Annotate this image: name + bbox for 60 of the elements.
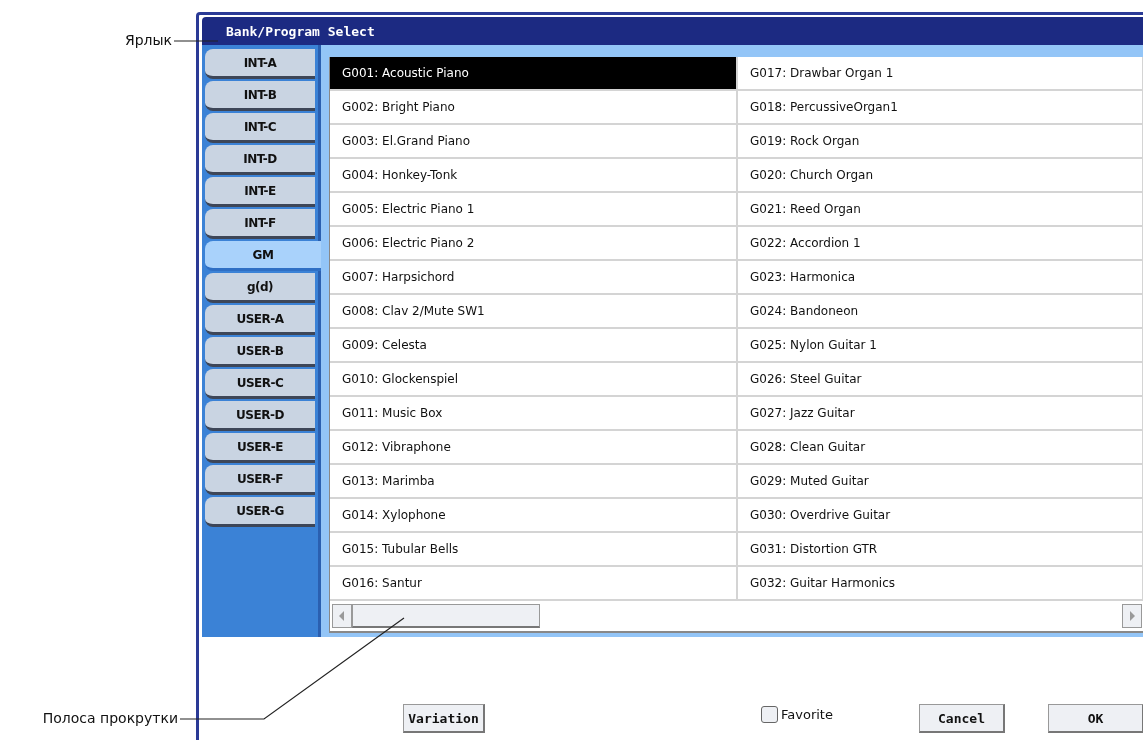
program-item[interactable]: G022: Accordion 1 (738, 227, 1143, 261)
program-item[interactable]: G008: Clav 2/Mute SW1 (330, 295, 738, 329)
cancel-button[interactable]: Cancel (919, 704, 1005, 733)
program-item[interactable]: G030: Overdrive Guitar (738, 499, 1143, 533)
left-arrow-icon (338, 611, 346, 621)
program-item[interactable]: G009: Celesta (330, 329, 738, 363)
program-item[interactable]: G007: Harpsichord (330, 261, 738, 295)
scroll-right-button[interactable] (1122, 604, 1142, 628)
leader-line (173, 40, 219, 42)
program-item[interactable]: G002: Bright Piano (330, 91, 738, 125)
program-item[interactable]: G031: Distortion GTR (738, 533, 1143, 567)
program-item[interactable]: G011: Music Box (330, 397, 738, 431)
program-item[interactable]: G010: Glockenspiel (330, 363, 738, 397)
program-item[interactable]: G021: Reed Organ (738, 193, 1143, 227)
bank-tab[interactable]: INT-B (205, 81, 315, 111)
favorite-checkbox[interactable] (761, 706, 778, 723)
program-item[interactable]: G019: Rock Organ (738, 125, 1143, 159)
program-item[interactable]: G013: Marimba (330, 465, 738, 499)
bank-tab[interactable]: INT-F (205, 209, 315, 239)
scroll-thumb[interactable] (352, 604, 540, 628)
bank-tab[interactable]: USER-C (205, 369, 315, 399)
program-item[interactable]: G023: Harmonica (738, 261, 1143, 295)
right-arrow-icon (1128, 611, 1136, 621)
bank-tab[interactable]: USER-G (205, 497, 315, 527)
program-item[interactable]: G001: Acoustic Piano (330, 57, 738, 91)
program-item[interactable]: G025: Nylon Guitar 1 (738, 329, 1143, 363)
program-item[interactable]: G015: Tubular Bells (330, 533, 738, 567)
bank-tab[interactable]: GM (205, 241, 321, 271)
variation-button[interactable]: Variation (403, 704, 485, 733)
bank-tab[interactable]: USER-B (205, 337, 315, 367)
program-item[interactable]: G027: Jazz Guitar (738, 397, 1143, 431)
program-item[interactable]: G017: Drawbar Organ 1 (738, 57, 1143, 91)
bank-tab[interactable]: INT-C (205, 113, 315, 143)
window-title: Bank/Program Select (226, 23, 375, 39)
bank-tab[interactable]: g(d) (205, 273, 315, 303)
program-item[interactable]: G026: Steel Guitar (738, 363, 1143, 397)
bank-tab[interactable]: INT-E (205, 177, 315, 207)
favorite-label: Favorite (781, 707, 833, 722)
callout-label: Ярлык (124, 32, 172, 48)
scrollbar[interactable] (329, 601, 1143, 633)
program-item[interactable]: G024: Bandoneon (738, 295, 1143, 329)
ok-button[interactable]: OK (1048, 704, 1143, 733)
program-item[interactable]: G006: Electric Piano 2 (330, 227, 738, 261)
program-item[interactable]: G004: Honkey-Tonk (330, 159, 738, 193)
bank-tab[interactable]: USER-F (205, 465, 315, 495)
bank-tab[interactable]: INT-A (205, 49, 315, 79)
program-item[interactable]: G020: Church Organ (738, 159, 1143, 193)
scroll-left-button[interactable] (332, 604, 352, 628)
program-item[interactable]: G028: Clean Guitar (738, 431, 1143, 465)
program-item[interactable]: G029: Muted Guitar (738, 465, 1143, 499)
callout-label: Полоса прокрутки (42, 710, 178, 726)
bank-tab[interactable]: USER-E (205, 433, 315, 463)
program-item[interactable]: G018: PercussiveOrgan1 (738, 91, 1143, 125)
program-item[interactable]: G005: Electric Piano 1 (330, 193, 738, 227)
bank-tab[interactable]: USER-A (205, 305, 315, 335)
bank-tab[interactable]: USER-D (205, 401, 315, 431)
bank-tab[interactable]: INT-D (205, 145, 315, 175)
program-item[interactable]: G012: Vibraphone (330, 431, 738, 465)
program-item[interactable]: G014: Xylophone (330, 499, 738, 533)
program-item[interactable]: G003: El.Grand Piano (330, 125, 738, 159)
